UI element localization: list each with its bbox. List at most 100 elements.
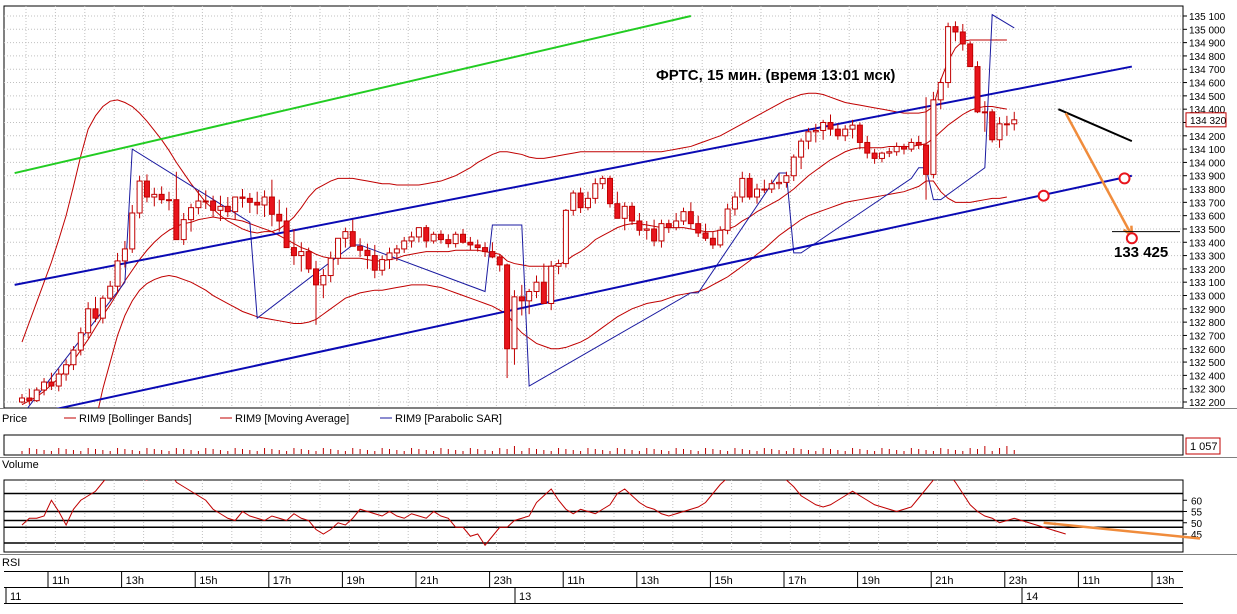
- candle-bullish: [121, 248, 128, 262]
- time-axis-hour-label: 13h: [1156, 575, 1174, 587]
- target-price-callout: 133 425: [1114, 244, 1168, 261]
- chart-canvas[interactable]: 135 100 135 000 134 900 134 800 134 700 134 6…: [0, 0, 1237, 609]
- time-axis-hour-label: 23h: [494, 575, 512, 587]
- candle-bullish: [166, 199, 172, 202]
- chart-title: ФРТС, 15 мин. (время 13:01 мск): [656, 67, 895, 84]
- candle-bearish: [967, 43, 974, 68]
- candle-bullish: [327, 257, 334, 277]
- candle-bearish: [364, 249, 371, 257]
- candle-bearish: [856, 124, 863, 143]
- trading-terminal-chart: 135 100 135 000 134 900 134 800 134 700 134 6…: [0, 0, 1237, 609]
- candle-bearish: [687, 211, 694, 225]
- time-axis-hour-label: 23h: [1009, 575, 1027, 587]
- price-axis-label: 134 200: [1189, 132, 1226, 143]
- candle-bearish: [26, 397, 33, 402]
- price-axis-label: 133 700: [1189, 198, 1226, 209]
- candle-bullish: [768, 183, 775, 190]
- candle-bullish: [1011, 119, 1018, 125]
- time-axis: 11h 13h 15h 17h 19h 21h 23h 11h 13h 15h 17h 19h 21h 2…: [4, 571, 1183, 604]
- candle-bearish: [305, 251, 312, 270]
- price-axis-label: 132 300: [1189, 385, 1226, 396]
- candle-bearish: [254, 201, 261, 206]
- candle-bearish: [952, 26, 959, 33]
- candle-bullish: [526, 291, 533, 302]
- candle-bullish: [415, 227, 422, 238]
- candle-bullish: [937, 82, 944, 101]
- candle-bullish: [298, 251, 305, 257]
- price-axis-label: 133 000: [1189, 292, 1226, 303]
- price-axis-label: 133 200: [1189, 265, 1226, 276]
- candle-bearish: [614, 203, 621, 219]
- price-legend: Price RIM9 [Bollinger Bands] RIM9 [Movin…: [0, 408, 1237, 425]
- candle-bearish: [357, 245, 364, 251]
- candle-bullish: [107, 285, 114, 299]
- candle-bearish: [276, 213, 283, 222]
- candle-bullish: [401, 240, 408, 250]
- candle-bearish: [577, 192, 584, 209]
- candle-bullish: [19, 397, 25, 403]
- candle-bearish: [746, 177, 753, 198]
- candle-bullish: [386, 252, 393, 261]
- candle-bearish: [864, 141, 871, 154]
- candle-bearish: [239, 196, 246, 199]
- candle-bullish: [55, 373, 62, 387]
- price-axis-label: 135 100: [1189, 12, 1226, 23]
- candle-bearish: [651, 228, 658, 242]
- candle-bearish: [445, 239, 452, 245]
- candle-bullish: [1003, 123, 1010, 126]
- candle-bullish: [195, 200, 202, 209]
- time-axis-hour-label: 11h: [52, 575, 70, 587]
- candle-bullish: [886, 151, 893, 154]
- candle-bullish: [981, 111, 988, 114]
- candle-bearish: [224, 205, 231, 213]
- price-target-circle: [1037, 189, 1050, 202]
- candle-bullish: [673, 220, 680, 229]
- price-axis-label: 134 100: [1189, 145, 1226, 156]
- candle-bearish: [467, 241, 474, 246]
- candle-bullish: [893, 145, 900, 153]
- candle-bullish: [790, 156, 797, 177]
- candle-bullish: [320, 275, 327, 286]
- candle-bearish: [349, 231, 356, 247]
- candle-bearish: [158, 193, 165, 201]
- candle-bullish: [151, 193, 158, 198]
- candle-bearish: [423, 227, 430, 242]
- candle-bearish: [437, 233, 444, 241]
- candle-bullish: [452, 233, 459, 245]
- price-axis-label: 132 800: [1189, 318, 1226, 329]
- candle-bullish: [754, 188, 760, 198]
- time-axis-hour-label: 15h: [714, 575, 732, 587]
- time-axis-day-label: 14: [1026, 591, 1038, 603]
- candle-bullish: [202, 200, 209, 203]
- candle-bullish: [129, 212, 136, 250]
- time-axis-hour-label: 19h: [346, 575, 364, 587]
- candle-bearish: [496, 256, 503, 266]
- candle-bearish: [460, 233, 466, 243]
- price-axis-label: 135 000: [1189, 25, 1226, 36]
- candle-bearish: [636, 220, 643, 231]
- candle-bearish: [290, 247, 297, 257]
- price-axis-label: 133 100: [1189, 278, 1226, 289]
- candle-bullish: [930, 99, 937, 175]
- candle-bullish: [776, 181, 783, 185]
- rsi-axis-label: 50: [1191, 519, 1203, 530]
- time-axis-hour-label: 17h: [273, 575, 291, 587]
- candle-bearish: [489, 251, 496, 258]
- candle-bearish: [48, 381, 55, 387]
- price-panel[interactable]: 135 100 135 000 134 900 134 800 134 700 134 6…: [3, 5, 1227, 502]
- price-axis-label: 134 500: [1189, 92, 1226, 103]
- rsi-panel[interactable]: 60555045 RSI: [0, 467, 1237, 570]
- candle-bullish: [996, 123, 1003, 141]
- candle-bullish: [188, 207, 195, 221]
- volume-panel-label: Volume: [2, 459, 39, 471]
- candle-bullish: [643, 228, 650, 231]
- legend-bollinger-label: RIM9 [Bollinger Bands]: [79, 413, 192, 425]
- price-axis-label: 134 600: [1189, 79, 1226, 90]
- candle-bearish: [210, 200, 217, 211]
- candle-bullish: [717, 229, 724, 246]
- candle-bullish: [783, 175, 790, 183]
- volume-panel[interactable]: 1 057 Volume: [0, 434, 1237, 471]
- price-axis-label: 133 500: [1189, 225, 1226, 236]
- candle-bullish: [70, 349, 77, 366]
- candle-bearish: [695, 223, 702, 234]
